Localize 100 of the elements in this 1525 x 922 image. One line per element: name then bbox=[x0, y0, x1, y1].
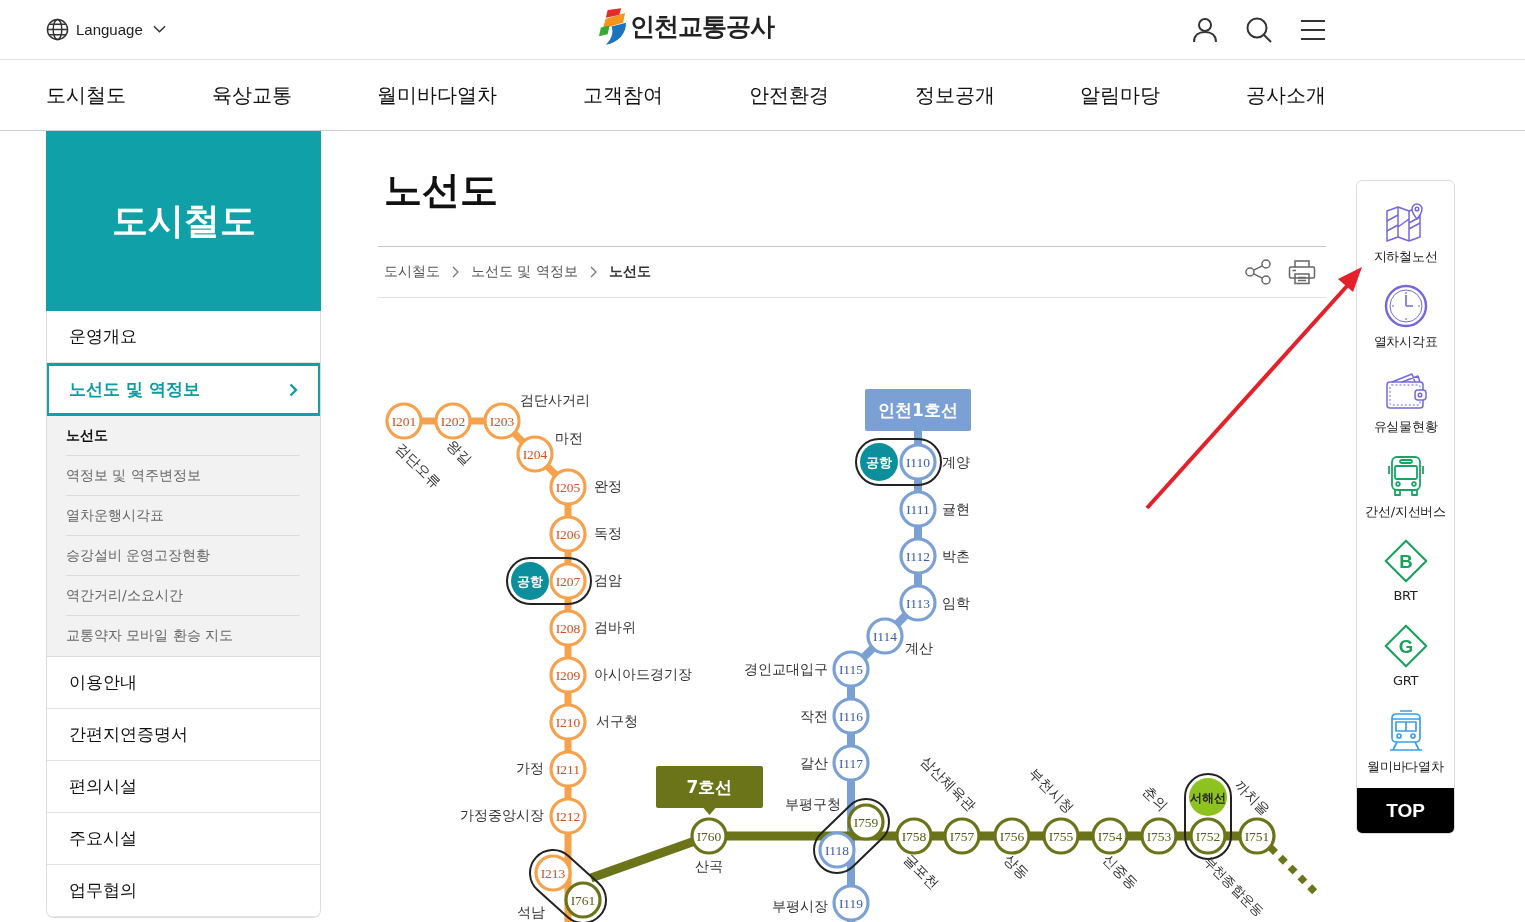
station-marker: I759 bbox=[847, 803, 885, 841]
station-marker: I201 bbox=[385, 402, 423, 440]
quick-menu-item[interactable]: 유실물현황 bbox=[1357, 351, 1454, 436]
clock-icon bbox=[1383, 284, 1428, 328]
share-button[interactable] bbox=[1244, 259, 1272, 285]
station-marker: I751 bbox=[1238, 817, 1276, 855]
quick-menu-item[interactable]: 월미바다열차 bbox=[1357, 691, 1454, 776]
station-name: 작전 bbox=[800, 708, 828, 724]
sidebar-item[interactable]: 편의시설 bbox=[47, 761, 320, 813]
share-icon bbox=[1244, 259, 1272, 285]
line-label: 7호선 bbox=[656, 766, 763, 815]
station-marker: I207 bbox=[549, 562, 587, 600]
page-title: 노선도 bbox=[384, 167, 498, 214]
quick-menu-item[interactable]: 열차시각표 bbox=[1357, 266, 1454, 351]
language-selector[interactable]: Language bbox=[46, 18, 166, 41]
user-button[interactable] bbox=[1192, 16, 1218, 43]
submenu-item[interactable]: 역정보 및 역주변정보 bbox=[66, 456, 300, 496]
globe-icon bbox=[46, 18, 69, 41]
search-icon bbox=[1246, 16, 1272, 43]
quick-menu-item[interactable]: B BRT bbox=[1357, 521, 1454, 606]
nav-link[interactable]: 알림마당 bbox=[1080, 81, 1161, 109]
breadcrumb-link[interactable]: 노선도 및 역정보 bbox=[471, 263, 578, 281]
logo-icon bbox=[598, 8, 627, 45]
breadcrumb-link[interactable]: 노선도 bbox=[608, 263, 651, 281]
sidebar-item[interactable]: 업무협의 bbox=[47, 865, 320, 917]
nav-link[interactable]: 공사소개 bbox=[1245, 81, 1326, 109]
station-marker: I210 bbox=[549, 703, 587, 741]
search-button[interactable] bbox=[1246, 16, 1272, 43]
station-marker: I212 bbox=[549, 797, 587, 835]
station-name: 석남 bbox=[517, 904, 545, 920]
sidebar-item[interactable]: 간편지연증명서 bbox=[47, 709, 320, 761]
sidebar-item[interactable]: 이용안내 bbox=[47, 657, 320, 709]
station-marker: I114 bbox=[866, 617, 904, 655]
station-name: 가정 bbox=[516, 760, 544, 776]
nav-link[interactable]: 안전환경 bbox=[748, 81, 829, 109]
station-name: 아시아드경기장 bbox=[594, 666, 692, 682]
quick-menu-item[interactable]: 간선/지선버스 bbox=[1357, 436, 1454, 521]
station-marker: I203 bbox=[483, 402, 521, 440]
letter-diamond-icon: B bbox=[1383, 539, 1428, 583]
station-marker: I115 bbox=[832, 650, 870, 688]
station-marker: I758 bbox=[895, 817, 933, 855]
station-marker: I755 bbox=[1042, 817, 1080, 855]
station-marker: I211 bbox=[549, 750, 587, 788]
submenu-item[interactable]: 교통약자 모바일 환승 지도 bbox=[66, 616, 300, 656]
print-button[interactable] bbox=[1288, 259, 1316, 285]
nav-link[interactable]: 고객참여 bbox=[583, 81, 664, 109]
quick-menu-item[interactable]: 지하철노선 bbox=[1357, 181, 1454, 266]
station-marker: I760 bbox=[690, 817, 728, 855]
sidebar-item[interactable]: 주요시설 bbox=[47, 813, 320, 865]
letter-diamond-icon: G bbox=[1383, 624, 1428, 668]
station-marker: I753 bbox=[1140, 817, 1178, 855]
station-name: 검암 bbox=[594, 572, 622, 588]
station-name: 마전 bbox=[555, 430, 583, 446]
station-name: 경인교대입구 bbox=[744, 661, 828, 677]
submenu-item[interactable]: 열차운행시각표 bbox=[66, 496, 300, 536]
user-icon bbox=[1192, 16, 1218, 43]
transfer-badge: 서해선 bbox=[1189, 778, 1227, 816]
quick-menu-item[interactable]: G GRT bbox=[1357, 606, 1454, 691]
submenu-item[interactable]: 역간거리/소요시간 bbox=[66, 576, 300, 616]
chevron-right-icon bbox=[452, 266, 459, 278]
station-marker: I113 bbox=[899, 584, 937, 622]
station-marker: I119 bbox=[832, 884, 870, 922]
dotted-line-icon bbox=[1268, 845, 1318, 895]
station-name: 완정 bbox=[594, 478, 622, 494]
nav-link[interactable]: 월미바다열차 bbox=[377, 81, 498, 109]
top-button[interactable]: TOP bbox=[1357, 788, 1454, 833]
station-marker: I118 bbox=[818, 831, 856, 869]
station-marker: I112 bbox=[899, 537, 937, 575]
station-name: 계양 bbox=[942, 454, 970, 470]
station-marker: I204 bbox=[516, 435, 554, 473]
station-name: 갈산 bbox=[800, 755, 828, 771]
print-icon bbox=[1288, 259, 1316, 285]
logo[interactable]: 인천교통공사 bbox=[598, 8, 774, 45]
nav-link[interactable]: 도시철도 bbox=[46, 81, 126, 109]
station-name: 부평구청 bbox=[785, 796, 841, 812]
station-name: 임학 bbox=[942, 595, 970, 611]
breadcrumb-link[interactable]: 도시철도 bbox=[384, 263, 440, 281]
station-name: 귤현 bbox=[942, 501, 970, 517]
station-marker: I202 bbox=[434, 402, 472, 440]
submenu-item[interactable]: 노선도 bbox=[66, 416, 300, 456]
nav-link[interactable]: 육상교통 bbox=[211, 81, 292, 109]
station-marker: I213 bbox=[534, 854, 572, 892]
station-name: 부평시장 bbox=[772, 898, 828, 914]
submenu-item[interactable]: 승강설비 운영고장현황 bbox=[66, 536, 300, 576]
station-marker: I756 bbox=[993, 817, 1031, 855]
station-name: 산곡 bbox=[695, 858, 723, 874]
sidebar-item[interactable]: 운영개요 bbox=[47, 311, 320, 363]
station-name: 가정중앙시장 bbox=[460, 807, 544, 823]
station-marker: I761 bbox=[564, 881, 602, 919]
station-marker: I116 bbox=[832, 697, 870, 735]
station-name: 독정 bbox=[594, 525, 622, 541]
station-name: 검단사거리 bbox=[520, 392, 590, 408]
chevron-right-icon bbox=[589, 266, 597, 278]
station-name: 춘의 bbox=[1139, 782, 1171, 814]
station-marker: I117 bbox=[832, 744, 870, 782]
station-marker: I205 bbox=[549, 468, 587, 506]
station-name: 서구청 bbox=[596, 713, 638, 729]
station-marker: I209 bbox=[549, 656, 587, 694]
chevron-right-icon bbox=[289, 382, 298, 397]
nav-link[interactable]: 정보공개 bbox=[914, 81, 995, 109]
